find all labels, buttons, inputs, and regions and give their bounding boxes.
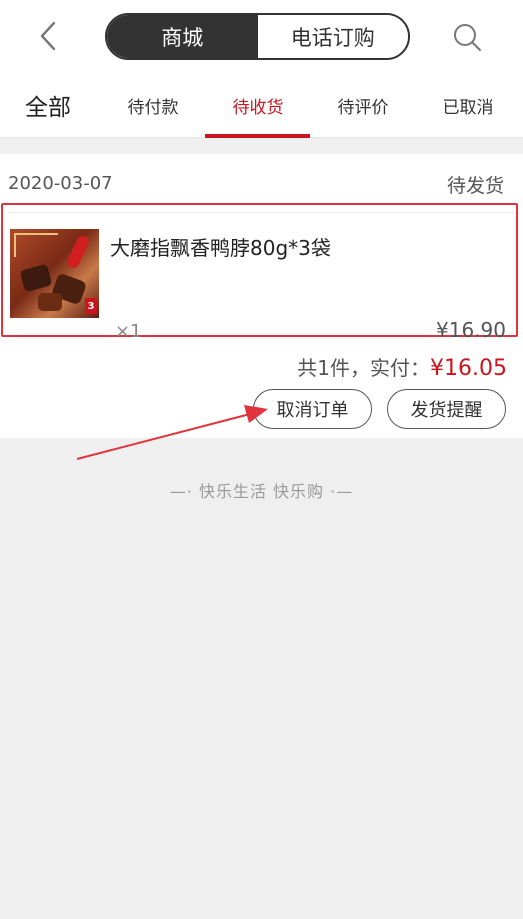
product-quantity: ×1 (115, 321, 142, 342)
order-total-label: 共1件，实付： (297, 356, 431, 380)
product-name: 大磨指飘香鸭脖80g*3袋 (110, 236, 331, 260)
order-card: 2020-03-07 待发货 3 ×1 ¥16.90 大磨指飘香鸭脖80g*3袋… (0, 154, 523, 438)
thumbnail-badge: 3 (85, 298, 97, 314)
product-price: ¥16.90 (436, 318, 506, 342)
tab-all[interactable]: 全部 (18, 72, 78, 138)
tab-pending-review[interactable]: 待评价 (325, 72, 401, 138)
shipping-reminder-button[interactable]: 发货提醒 (387, 389, 506, 429)
search-button[interactable] (448, 18, 486, 56)
slogan: —· 快乐生活 快乐购 ·— (169, 482, 354, 501)
segment-mall[interactable]: 商城 (107, 15, 258, 58)
store-segment-control: 商城 电话订购 (105, 13, 410, 60)
order-total-amount: ¥16.05 (430, 356, 507, 381)
order-tabs: 全部 待付款 待收货 待评价 已取消 (0, 72, 523, 138)
cancel-order-button[interactable]: 取消订单 (253, 389, 372, 429)
order-date: 2020-03-07 (8, 173, 113, 194)
active-tab-underline (205, 134, 310, 138)
back-button[interactable] (30, 18, 66, 54)
tab-cancelled[interactable]: 已取消 (430, 72, 506, 138)
segment-phone-order[interactable]: 电话订购 (257, 15, 408, 58)
header-bar: 商城 电话订购 (0, 0, 523, 72)
search-icon (454, 24, 481, 51)
product-thumbnail: 3 (10, 229, 99, 318)
tab-pending-receipt[interactable]: 待收货 (220, 72, 296, 138)
order-total: 共1件，实付：¥16.05 (297, 352, 507, 381)
chevron-left-icon (40, 21, 56, 51)
order-status: 待发货 (446, 175, 504, 197)
tab-pending-payment[interactable]: 待付款 (115, 72, 191, 138)
product-item[interactable]: 3 ×1 ¥16.90 (1, 203, 518, 342)
